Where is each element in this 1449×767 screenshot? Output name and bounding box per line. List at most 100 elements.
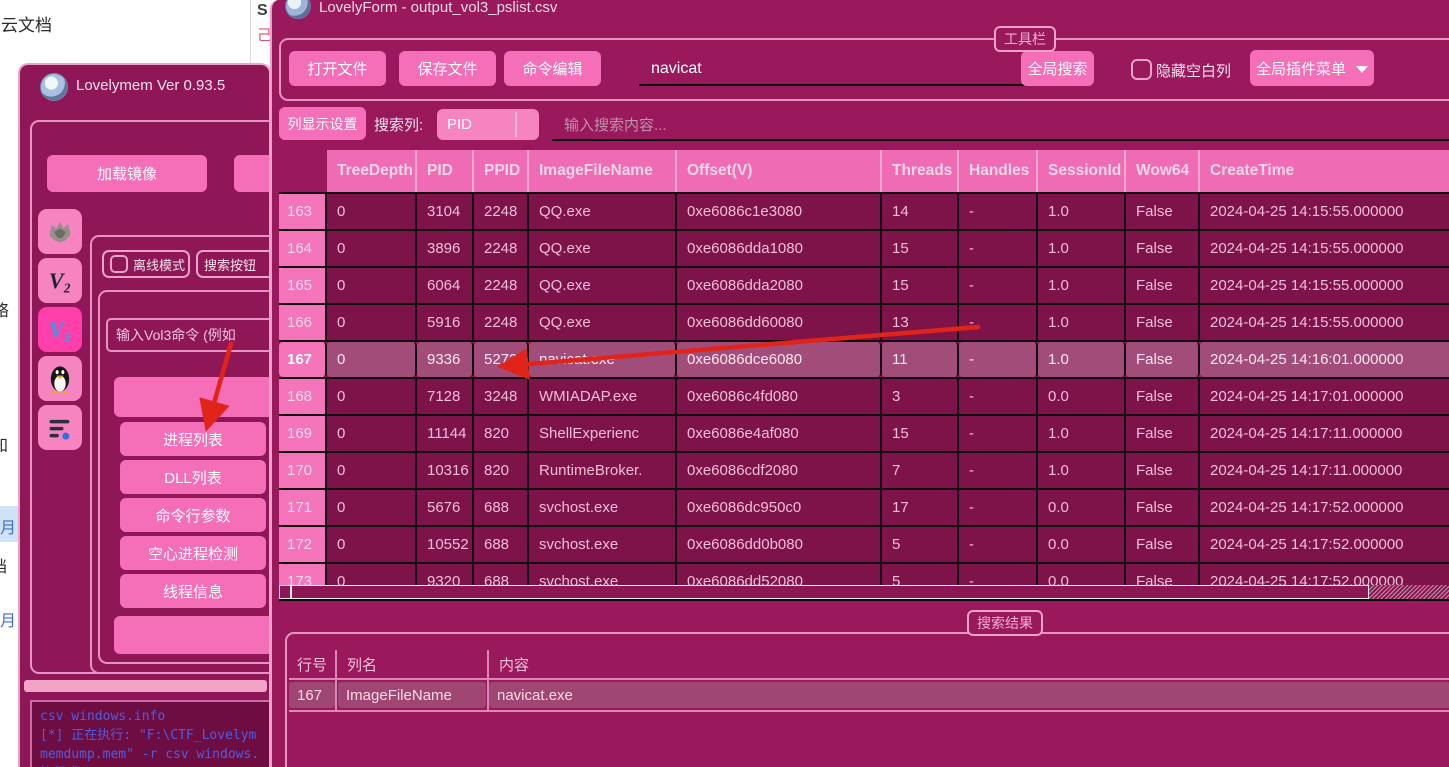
cell-PID: 10316 xyxy=(417,453,474,488)
cell-Wow64: False xyxy=(1126,490,1200,525)
results-cell-content[interactable]: navicat.exe xyxy=(489,682,1449,708)
cell-Threads: 7 xyxy=(882,453,959,488)
column-header[interactable]: SessionId xyxy=(1038,150,1126,192)
table-row[interactable]: 168071283248WMIADAP.exe0xe6086c4fd0803-0… xyxy=(279,379,1449,416)
cell-Offset(V): 0xe6086dce6080 xyxy=(677,342,882,377)
v2-icon: V₂ xyxy=(49,268,71,294)
command-edit-button[interactable]: 命令编辑 xyxy=(504,51,601,86)
cell-ImageFileName: WMIADAP.exe xyxy=(529,379,677,414)
cell-PID: 3896 xyxy=(417,231,474,266)
cell-Wow64: False xyxy=(1126,564,1200,585)
process-list-button[interactable]: 进程列表 xyxy=(120,422,266,456)
log-line: csv windows.info xyxy=(40,709,165,724)
row-number: 166 xyxy=(279,305,327,340)
table-row[interactable]: 169011144820ShellExperienc0xe6086e4af080… xyxy=(279,416,1449,453)
search-column-select[interactable]: PID xyxy=(437,109,539,140)
column-header[interactable]: Handles xyxy=(959,150,1038,192)
cell-ImageFileName: svchost.exe xyxy=(529,564,677,585)
cell-CreateTime: 2024-04-25 14:16:01.000000 xyxy=(1200,342,1449,377)
results-header-colname: 列名 xyxy=(339,652,485,676)
search-buttons-group[interactable]: 搜索按钮 xyxy=(196,250,271,278)
column-header[interactable]: PID xyxy=(417,150,474,192)
secondary-button[interactable] xyxy=(234,155,271,192)
cell-Offset(V): 0xe6086cdf2080 xyxy=(677,453,882,488)
cell-CreateTime: 2024-04-25 14:17:52.000000 xyxy=(1200,564,1449,585)
wolf-icon-button[interactable] xyxy=(38,209,82,254)
vol2-button[interactable]: V₂ xyxy=(38,258,82,303)
corner-header-cell xyxy=(279,150,327,192)
offline-mode-toggle[interactable]: 离线模式 xyxy=(102,250,190,278)
lovelyform-window-title: LovelyForm - output_vol3_pslist.csv xyxy=(319,0,557,16)
scrollbar-thumb[interactable] xyxy=(291,585,1369,599)
results-cell-rownum[interactable]: 167 xyxy=(289,682,335,708)
global-search-button[interactable]: 全局搜索 xyxy=(1021,51,1094,86)
scrollbar-left-button[interactable] xyxy=(279,585,291,599)
hide-empty-columns-checkbox[interactable] xyxy=(1131,59,1152,80)
thread-info-button[interactable]: 线程信息 xyxy=(120,574,266,608)
column-header[interactable]: Wow64 xyxy=(1126,150,1200,192)
global-search-input[interactable]: navicat xyxy=(639,53,1024,86)
column-header[interactable]: TreeDepth xyxy=(327,150,417,192)
cell-SessionId: 0.0 xyxy=(1038,527,1126,562)
horizontal-scrollbar[interactable] xyxy=(279,585,1449,599)
hollow-process-detect-button[interactable]: 空心进程检测 xyxy=(120,536,266,570)
table-row[interactable]: 167093365272navicat.exe0xe6086dce608011-… xyxy=(279,342,1449,379)
save-file-button[interactable]: 保存文件 xyxy=(399,51,496,86)
global-plugin-menu-button[interactable]: 全局插件菜单 xyxy=(1250,50,1374,86)
column-header[interactable]: PPID xyxy=(474,150,529,192)
linux-button[interactable] xyxy=(38,356,82,401)
results-cell-colname[interactable]: ImageFileName xyxy=(338,682,486,708)
lovelymem-window: Lovelymem Ver 0.93.5 加载镜像 V₂ V₃ xyxy=(18,63,271,767)
load-image-button[interactable]: 加载镜像 xyxy=(47,155,207,192)
table-row[interactable]: 166059162248QQ.exe0xe6086dd6008013-1.0Fa… xyxy=(279,305,1449,342)
cell-Offset(V): 0xe6086e4af080 xyxy=(677,416,882,451)
cell-SessionId: 1.0 xyxy=(1038,416,1126,451)
table-row[interactable]: 172010552688svchost.exe0xe6086dd0b0805-0… xyxy=(279,527,1449,564)
vol3-run-button[interactable] xyxy=(114,377,271,417)
table-row[interactable]: 164038962248QQ.exe0xe6086dda108015-1.0Fa… xyxy=(279,231,1449,268)
results-column-divider xyxy=(335,650,337,710)
offline-mode-checkbox[interactable] xyxy=(110,255,128,273)
column-display-settings-button[interactable]: 列显示设置 xyxy=(279,107,366,140)
chevron-down-icon xyxy=(1356,66,1368,73)
cell-CreateTime: 2024-04-25 14:17:11.000000 xyxy=(1200,416,1449,451)
log-output[interactable]: csv windows.info[*] 正在执行: "F:\CTF_Lovely… xyxy=(30,700,271,767)
cell-PPID: 688 xyxy=(474,564,529,585)
search-content-input[interactable]: 输入搜索内容... xyxy=(552,109,1449,141)
cell-TreeDepth: 0 xyxy=(327,305,417,340)
list-menu-button[interactable] xyxy=(38,405,82,450)
dll-list-button[interactable]: DLL列表 xyxy=(120,460,266,494)
table-row[interactable]: 17309320688svchost.exe0xe6086dd520805-0.… xyxy=(279,564,1449,585)
row-number: 165 xyxy=(279,268,327,303)
cell-SessionId: 1.0 xyxy=(1038,453,1126,488)
column-header[interactable]: ImageFileName xyxy=(529,150,677,192)
cell-TreeDepth: 0 xyxy=(327,194,417,229)
cell-CreateTime: 2024-04-25 14:17:52.000000 xyxy=(1200,527,1449,562)
table-row[interactable]: 165060642248QQ.exe0xe6086dda208015-1.0Fa… xyxy=(279,268,1449,305)
cmdline-args-button[interactable]: 命令行参数 xyxy=(120,498,266,532)
cell-CreateTime: 2024-04-25 14:15:55.000000 xyxy=(1200,231,1449,266)
splitter-handle[interactable] xyxy=(24,680,267,692)
scrollbar-track[interactable] xyxy=(1369,585,1449,599)
results-row-divider xyxy=(289,710,1449,712)
column-header[interactable]: CreateTime xyxy=(1200,150,1449,192)
row-number: 163 xyxy=(279,194,327,229)
cell-ImageFileName: QQ.exe xyxy=(529,194,677,229)
cell-ImageFileName: QQ.exe xyxy=(529,305,677,340)
cell-TreeDepth: 0 xyxy=(327,527,417,562)
vol3-command-input[interactable]: 输入Vol3命令 (例如 xyxy=(106,318,271,352)
cell-PID: 3104 xyxy=(417,194,474,229)
column-header[interactable]: Threads xyxy=(882,150,959,192)
cell-TreeDepth: 0 xyxy=(327,416,417,451)
table-row[interactable]: 17105676688svchost.exe0xe6086dc950c017-0… xyxy=(279,490,1449,527)
cell-SessionId: 1.0 xyxy=(1038,342,1126,377)
table-row[interactable]: 170010316820RuntimeBroker.0xe6086cdf2080… xyxy=(279,453,1449,490)
cell-Wow64: False xyxy=(1126,305,1200,340)
row-number: 168 xyxy=(279,379,327,414)
column-header[interactable]: Offset(V) xyxy=(677,150,882,192)
open-file-button[interactable]: 打开文件 xyxy=(289,51,386,86)
plugin-menu-label: 全局插件菜单 xyxy=(1256,58,1346,79)
vol3-button[interactable]: V₃ xyxy=(38,307,82,352)
extra-action-button[interactable] xyxy=(114,616,271,654)
table-row[interactable]: 163031042248QQ.exe0xe6086c1e308014-1.0Fa… xyxy=(279,194,1449,231)
